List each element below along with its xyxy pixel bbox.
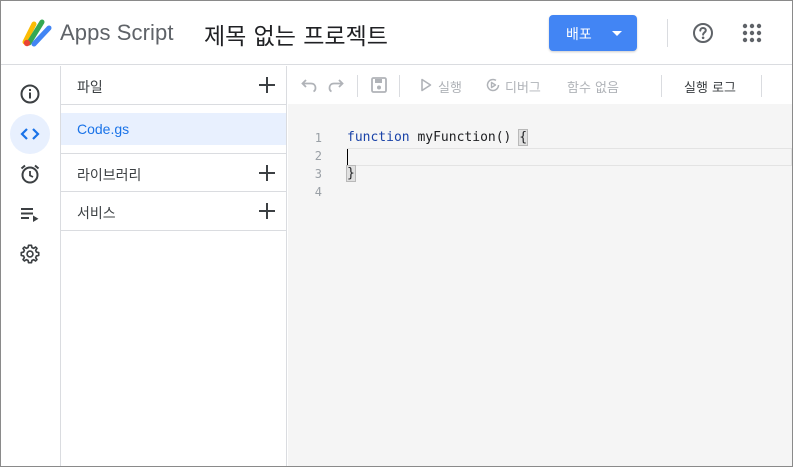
chevron-down-icon xyxy=(612,31,622,36)
code-open-brace: { xyxy=(518,129,529,146)
function-select[interactable]: 함수 없음 xyxy=(567,77,619,96)
services-section-label: 서비스 xyxy=(77,206,116,222)
line-number: 3 xyxy=(314,167,322,181)
line-number: 4 xyxy=(314,185,322,199)
text-cursor xyxy=(347,149,348,165)
toolbar-divider xyxy=(761,75,762,97)
toolbar-divider xyxy=(661,75,662,97)
executions-nav-item[interactable] xyxy=(10,194,50,234)
code-text: } xyxy=(346,165,356,182)
code-line: 3 } xyxy=(288,165,792,184)
deploy-button-label: 배포 xyxy=(566,27,592,43)
add-service-plus-icon[interactable] xyxy=(257,201,277,221)
settings-nav-item[interactable] xyxy=(10,234,50,274)
help-icon[interactable] xyxy=(691,21,715,45)
apps-grid-icon[interactable] xyxy=(740,21,764,45)
libraries-section-label: 라이브러리 xyxy=(77,168,142,184)
add-file-plus-icon[interactable] xyxy=(257,75,277,95)
project-title[interactable]: 제목 없는 프로젝트 xyxy=(204,17,388,51)
services-section-header: 서비스 xyxy=(61,192,286,231)
files-section-header: 파일 xyxy=(61,66,286,105)
current-line-highlight xyxy=(347,148,792,166)
execution-log-button[interactable]: 실행 로그 xyxy=(684,77,736,96)
file-name: Code.gs xyxy=(77,121,130,137)
debug-icon xyxy=(486,78,500,92)
code-line: 2 xyxy=(288,148,792,166)
code-function-signature: myFunction() xyxy=(409,130,520,145)
overview-nav-item[interactable] xyxy=(10,74,50,114)
info-icon xyxy=(20,84,40,104)
libraries-section-header: 라이브러리 xyxy=(61,153,286,192)
files-panel: 파일 Code.gs 라이브러리 서비스 xyxy=(61,66,287,466)
alarm-clock-icon xyxy=(20,164,40,184)
code-close-brace: } xyxy=(346,165,356,182)
playlist-play-icon xyxy=(21,208,39,222)
deploy-button[interactable]: 배포 xyxy=(549,15,637,51)
header: Apps Script 제목 없는 프로젝트 배포 xyxy=(1,1,792,65)
code-keyword: function xyxy=(347,130,410,145)
debug-button-label: 디버그 xyxy=(505,81,541,96)
header-divider xyxy=(667,19,668,47)
code-line: 4 xyxy=(288,184,792,202)
code-line: 1 function myFunction() { xyxy=(288,129,792,148)
line-number: 1 xyxy=(314,131,322,145)
redo-icon[interactable] xyxy=(327,76,345,94)
editor-toolbar: 실행 디버그 함수 없음 실행 로그 xyxy=(288,66,792,104)
apps-script-window: Apps Script 제목 없는 프로젝트 배포 파일 Code.gs 라이브… xyxy=(0,0,793,467)
apps-script-logo-icon[interactable] xyxy=(21,16,53,48)
run-button-label: 실행 xyxy=(438,81,462,96)
line-number: 2 xyxy=(314,149,322,163)
code-text: function myFunction() { xyxy=(347,129,529,146)
add-library-plus-icon[interactable] xyxy=(257,163,277,183)
save-icon[interactable] xyxy=(370,76,388,94)
app-name[interactable]: Apps Script xyxy=(60,20,174,46)
left-nav-rail xyxy=(1,66,61,466)
undo-icon[interactable] xyxy=(300,76,318,94)
toolbar-divider xyxy=(399,75,400,97)
file-item-code-gs[interactable]: Code.gs xyxy=(61,113,286,145)
code-editor[interactable]: 1 function myFunction() { 2 3 } 4 xyxy=(288,104,792,466)
play-icon xyxy=(421,78,432,92)
triggers-nav-item[interactable] xyxy=(10,154,50,194)
code-icon xyxy=(20,128,40,140)
files-section-label: 파일 xyxy=(77,80,103,96)
gear-icon xyxy=(20,244,40,264)
editor-nav-item[interactable] xyxy=(10,114,50,154)
toolbar-divider xyxy=(357,75,358,97)
